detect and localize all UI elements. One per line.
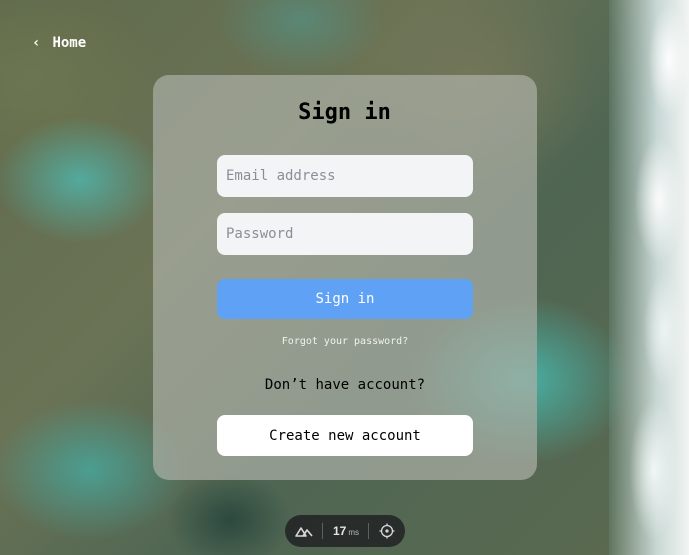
home-link-label: Home	[52, 35, 87, 51]
devtools-divider	[322, 523, 324, 539]
no-account-text: Don’t have account?	[264, 377, 426, 393]
devtools-bar: 17 ms	[285, 515, 405, 547]
password-field[interactable]	[217, 213, 473, 255]
forgot-password-link[interactable]: Forgot your password?	[217, 336, 473, 347]
create-account-button[interactable]: Create new account	[217, 415, 473, 456]
background-image	[609, 0, 689, 555]
render-timing[interactable]: 17 ms	[333, 524, 359, 538]
devtools-divider	[368, 523, 370, 539]
timing-value: 17	[332, 524, 347, 538]
signin-title: Sign in	[298, 100, 391, 125]
chevron-left-icon: ‹	[32, 35, 41, 51]
signin-button[interactable]: Sign in	[217, 279, 473, 319]
email-field[interactable]	[217, 155, 473, 197]
timing-unit: ms	[348, 528, 359, 537]
nuxt-logo-icon[interactable]	[295, 525, 313, 537]
crosshair-icon[interactable]	[379, 523, 395, 539]
home-back-link[interactable]: ‹ Home	[32, 35, 86, 51]
